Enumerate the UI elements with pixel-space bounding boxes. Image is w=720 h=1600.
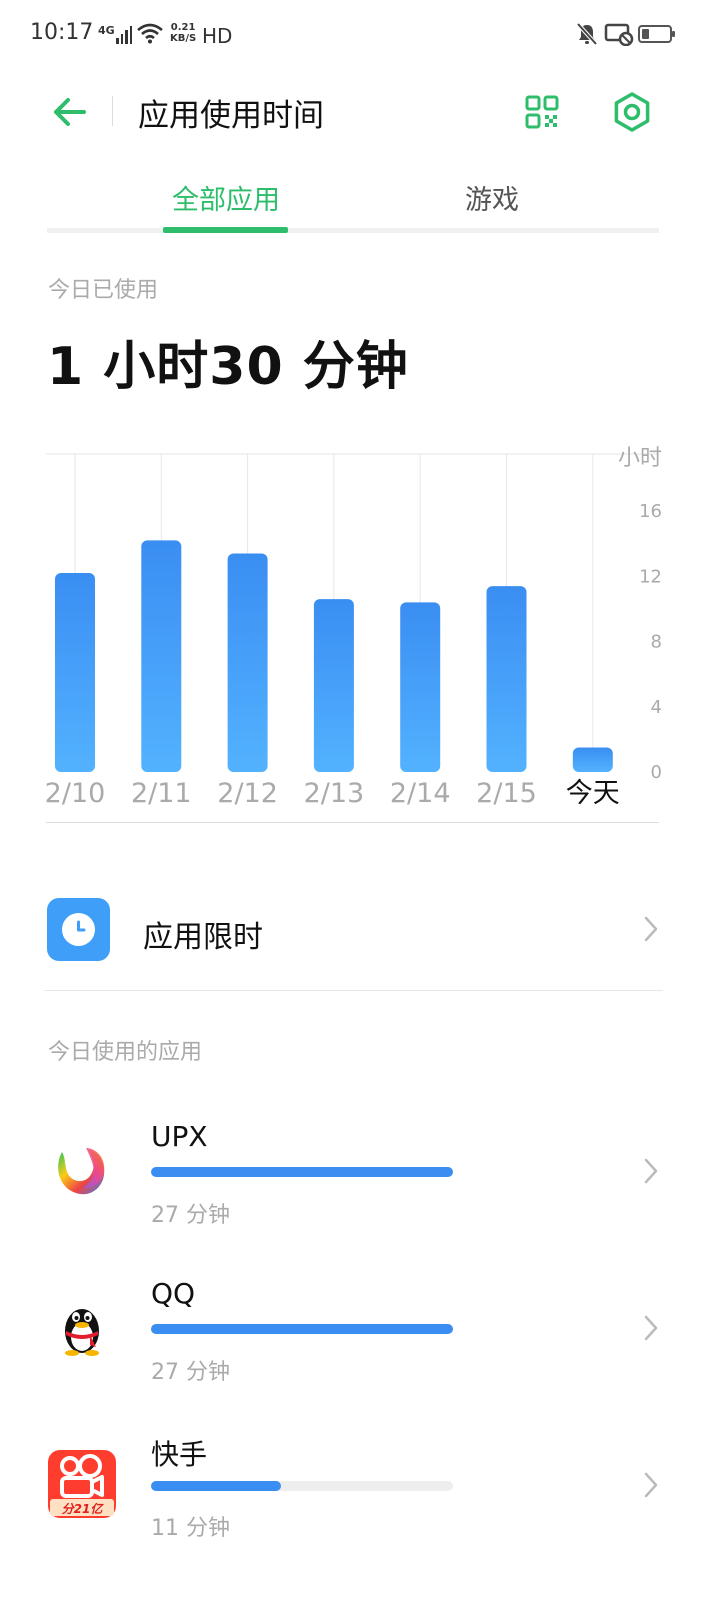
app-row-kuaishou[interactable]: 分21亿 快手 11 分钟 [0,1413,720,1563]
net-speed: 0.21 KB/S [170,22,197,44]
chart-y-tick-label: 8 [651,632,662,653]
signal-icon [116,24,132,44]
chart-x-tick-label: 2/13 [304,778,365,809]
qq-penguin-icon [50,1295,114,1359]
app-row-upx[interactable]: UPX 27 分钟 [0,1100,720,1250]
section-divider [44,990,663,991]
mute-bell-icon [576,22,598,50]
hd-indicator: HD [202,24,233,48]
app-usage-time: 27 分钟 [151,1360,230,1385]
header-divider [112,96,113,126]
chart-bar [141,540,182,772]
usage-bar-track [151,1324,453,1334]
today-usage-label: 今日已使用 [48,278,159,303]
usage-bar-track [151,1481,453,1491]
usage-bar-fill [151,1481,281,1491]
screen-cast-icon [604,22,634,50]
chart-bar [486,586,527,772]
chart-y-unit-label: 小时 [618,446,662,471]
usage-bar-fill [151,1324,453,1334]
tab-active-indicator [163,227,288,233]
usage-bar-track [151,1167,453,1177]
back-arrow-icon[interactable] [50,92,90,132]
kuaishou-badge-text: 分21亿 [61,1502,103,1516]
battery-icon [638,25,675,43]
chart-y-tick-label: 0 [651,762,662,783]
qr-code-icon[interactable] [524,94,560,134]
status-time: 10:17 [30,20,94,45]
page-title: 应用使用时间 [138,98,324,134]
total-usage-time: 1 小时30 分钟 [47,337,409,397]
app-limit-chevron-icon[interactable] [643,915,659,943]
chart-x-tick-label: 2/11 [131,778,192,809]
network-type: 4G [98,24,115,37]
chart-x-tick-label: 今天 [566,778,620,809]
chart-y-tick-label: 12 [639,566,662,587]
app-limit-label[interactable]: 应用限时 [143,912,263,956]
app-usage-time: 11 分钟 [151,1516,230,1541]
chart-bar [313,599,354,772]
tab-track [47,228,659,233]
chart-bar [55,573,95,772]
chart-x-tick-label: 2/10 [45,778,106,809]
app-limit-clock-icon [47,898,110,961]
app-name: 快手 [151,1438,208,1471]
app-name: UPX [151,1120,208,1153]
tab-all-apps[interactable]: 全部应用 [172,178,280,217]
chevron-right-icon[interactable] [643,1314,659,1342]
chevron-right-icon[interactable] [643,1471,659,1499]
usage-bar-fill [151,1167,453,1177]
chevron-right-icon[interactable] [643,1157,659,1185]
upx-icon [50,1138,114,1202]
chart-bar [572,747,613,772]
wifi-icon [136,22,164,48]
usage-bar-chart: 2/10 2/11 2/12 2/13 2/14 2/15 今天 小时 0 4 8 12 16 [45,446,662,809]
chart-y-tick-label: 16 [639,501,662,522]
app-name: QQ [151,1277,196,1310]
settings-hex-icon[interactable] [610,90,654,138]
app-row-qq[interactable]: QQ 27 分钟 [0,1257,720,1407]
apps-today-header: 今日使用的应用 [48,1040,203,1065]
chart-y-tick-label: 4 [651,697,662,718]
chart-bar [400,602,441,772]
chart-x-tick-label: 2/14 [390,778,451,809]
chart-x-tick-label: 2/12 [217,778,278,809]
chart-divider [46,822,659,823]
app-usage-time: 27 分钟 [151,1203,230,1228]
kuaishou-icon: 分21亿 [48,1450,116,1518]
tab-games[interactable]: 游戏 [465,178,519,217]
chart-bar [227,553,268,772]
chart-x-tick-label: 2/15 [476,778,537,809]
